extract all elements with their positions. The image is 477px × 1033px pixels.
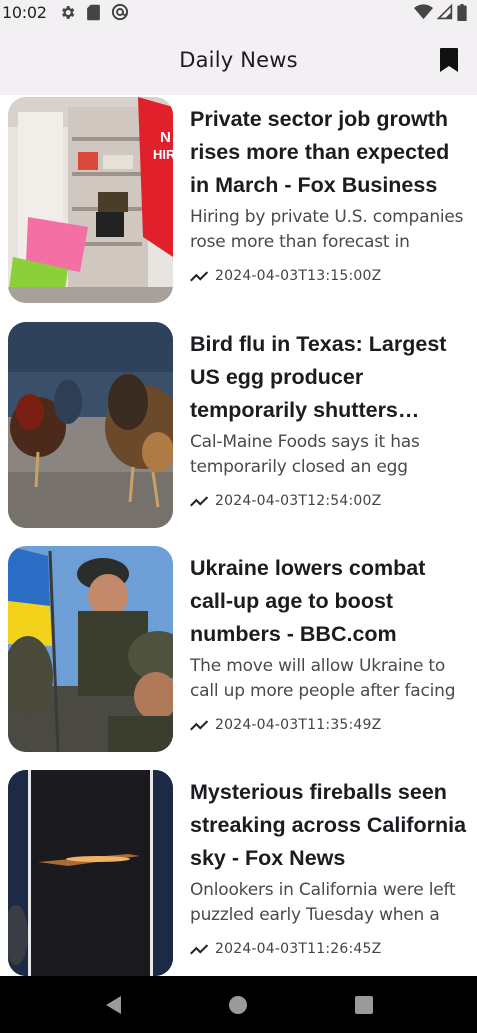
night-fireball-image [8, 770, 173, 976]
article-card[interactable]: Ukraine lowers combat call-up age to boo… [0, 544, 477, 752]
article-image [8, 322, 173, 528]
article-image [8, 770, 173, 976]
soldiers-flag-image [8, 546, 173, 752]
back-button[interactable] [93, 985, 133, 1025]
article-meta: 2024-04-03T11:26:45Z [190, 941, 381, 957]
bookmark-icon[interactable] [439, 48, 459, 72]
svg-text:N: N [160, 129, 171, 146]
article-description: Onlookers in California were left puzzle… [190, 880, 456, 925]
chickens-image [8, 322, 173, 528]
trending-icon [190, 271, 209, 282]
article-text: Ukraine lowers combat call-up age to boo… [190, 552, 470, 704]
status-left-icons [59, 3, 129, 21]
article-image: N HIR [8, 97, 173, 303]
status-bar: 10:02 [0, 0, 477, 24]
article-card[interactable]: N HIR Private sector job growth rises mo… [0, 95, 477, 303]
recents-icon [355, 995, 374, 1014]
recents-button[interactable] [344, 985, 384, 1025]
article-date: 2024-04-03T11:26:45Z [215, 941, 382, 957]
app-bar: Daily News [0, 24, 477, 95]
status-time: 10:02 [2, 2, 47, 22]
status-right-icons [414, 3, 467, 21]
back-icon [105, 995, 121, 1014]
trending-icon [190, 720, 209, 731]
article-headline: Private sector job growth rises more tha… [190, 107, 450, 197]
trending-icon [190, 496, 209, 507]
article-meta: 2024-04-03T11:35:49Z [190, 717, 381, 733]
article-description: Hiring by private U.S. companies rose mo… [190, 207, 464, 252]
article-description: The move will allow Ukraine to call up m… [190, 656, 456, 701]
article-headline: Mysterious fireballs seen streaking acro… [190, 780, 467, 870]
article-text: Bird flu in Texas: Largest US egg produc… [190, 328, 470, 480]
article-headline: Bird flu in Texas: Largest US egg produc… [190, 332, 447, 422]
svg-text:HIR: HIR [153, 147, 173, 162]
trending-icon [190, 944, 209, 955]
home-icon [229, 995, 248, 1014]
signal-icon [437, 4, 453, 20]
home-button[interactable] [218, 985, 258, 1025]
store-hiring-image: N HIR [8, 97, 173, 303]
article-text: Mysterious fireballs seen streaking acro… [190, 776, 470, 928]
article-meta: 2024-04-03T12:54:00Z [190, 493, 381, 509]
article-card[interactable]: Bird flu in Texas: Largest US egg produc… [0, 320, 477, 528]
article-image [8, 546, 173, 752]
app-title: Daily News [179, 47, 298, 72]
article-meta: 2024-04-03T13:15:00Z [190, 268, 381, 284]
article-description: Cal-Maine Foods says it has temporarily … [190, 432, 420, 477]
article-text: Private sector job growth rises more tha… [190, 103, 470, 255]
sd-card-icon [86, 4, 100, 20]
battery-icon [457, 3, 467, 21]
at-icon [111, 3, 128, 21]
system-nav-bar [0, 976, 477, 1033]
wifi-icon [414, 4, 433, 20]
article-date: 2024-04-03T13:15:00Z [215, 268, 382, 284]
article-date: 2024-04-03T12:54:00Z [215, 493, 382, 509]
article-headline: Ukraine lowers combat call-up age to boo… [190, 556, 426, 646]
article-card[interactable]: Mysterious fireballs seen streaking acro… [0, 768, 477, 976]
article-date: 2024-04-03T11:35:49Z [215, 717, 382, 733]
news-list[interactable]: N HIR Private sector job growth rises mo… [0, 95, 477, 976]
gear-icon [61, 5, 74, 19]
